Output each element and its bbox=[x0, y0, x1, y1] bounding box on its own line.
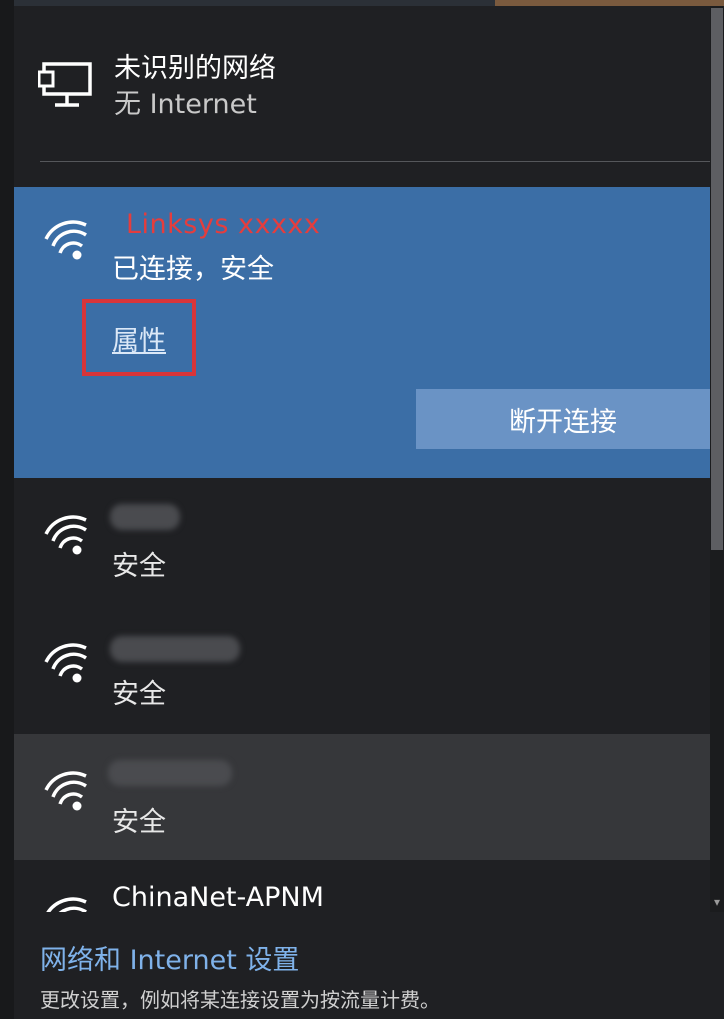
network-list-item[interactable]: 安全 bbox=[14, 478, 710, 604]
wifi-signal-icon bbox=[44, 771, 87, 811]
network-security-status: 安全 bbox=[112, 679, 166, 710]
desktop-network-icon bbox=[38, 62, 92, 107]
network-list-item[interactable]: ChinaNet-APNM bbox=[14, 860, 710, 912]
connected-network-status: 已连接，安全 bbox=[112, 254, 274, 285]
disconnect-button[interactable]: 断开连接 bbox=[416, 389, 710, 449]
wifi-signal-icon bbox=[44, 220, 87, 260]
section-divider bbox=[40, 161, 710, 162]
scrollbar-thumb[interactable] bbox=[711, 8, 723, 550]
network-list-item[interactable]: 安全 bbox=[14, 606, 710, 732]
current-wired-network[interactable]: 未识别的网络 无 Internet bbox=[14, 6, 710, 161]
network-internet-settings-link[interactable]: 网络和 Internet 设置 bbox=[40, 938, 299, 977]
flyout-footer: 网络和 Internet 设置 更改设置，例如将某连接设置为按流量计费。 bbox=[14, 912, 724, 1019]
network-security-status: 安全 bbox=[112, 807, 166, 838]
chevron-down-icon[interactable]: ▾ bbox=[710, 892, 724, 912]
flyout-left-border bbox=[0, 0, 14, 1019]
settings-description: 更改设置，例如将某连接设置为按流量计费。 bbox=[40, 988, 440, 1012]
network-flyout: 未识别的网络 无 Internet Linksys xxxxx 已连接，安全 属… bbox=[0, 0, 724, 1019]
connected-network-name: Linksys xxxxx bbox=[126, 209, 321, 240]
network-name: ChinaNet-APNM bbox=[112, 882, 324, 912]
wifi-signal-icon bbox=[44, 643, 87, 683]
connected-network-item[interactable]: Linksys xxxxx 已连接，安全 属性 断开连接 bbox=[14, 187, 710, 478]
obscured-network-name bbox=[110, 636, 240, 662]
network-name: 未识别的网络 bbox=[114, 53, 276, 84]
properties-link[interactable]: 属性 bbox=[112, 319, 166, 358]
obscured-network-name bbox=[108, 760, 232, 786]
obscured-network-name bbox=[110, 504, 180, 530]
wifi-signal-icon bbox=[44, 515, 87, 555]
wifi-signal-icon bbox=[46, 897, 87, 912]
network-list-item[interactable]: 安全 bbox=[14, 734, 710, 860]
network-status: 无 Internet bbox=[114, 89, 257, 120]
network-security-status: 安全 bbox=[112, 551, 166, 582]
